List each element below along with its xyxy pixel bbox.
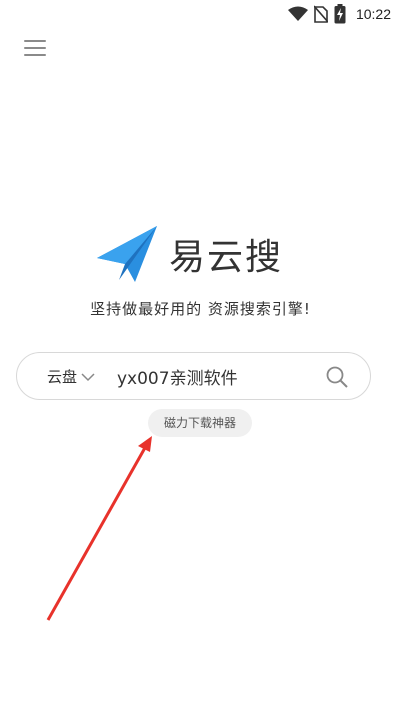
annotation-arrow — [46, 436, 152, 621]
